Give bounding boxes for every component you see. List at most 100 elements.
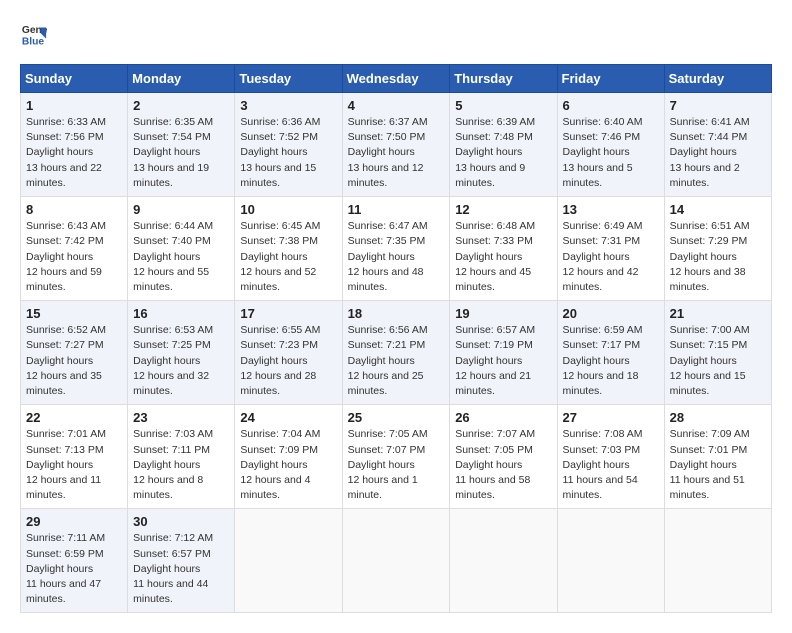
table-row: 21 Sunrise: 7:00 AM Sunset: 7:15 PM Dayl… [664, 301, 771, 405]
table-row: 15 Sunrise: 6:52 AM Sunset: 7:27 PM Dayl… [21, 301, 128, 405]
day-number: 18 [348, 306, 445, 321]
day-info: Sunrise: 6:37 AM Sunset: 7:50 PM Dayligh… [348, 115, 445, 191]
day-number: 17 [240, 306, 336, 321]
day-number: 8 [26, 202, 122, 217]
table-row: 7 Sunrise: 6:41 AM Sunset: 7:44 PM Dayli… [664, 93, 771, 197]
day-number: 24 [240, 410, 336, 425]
table-row: 17 Sunrise: 6:55 AM Sunset: 7:23 PM Dayl… [235, 301, 342, 405]
day-info: Sunrise: 6:59 AM Sunset: 7:17 PM Dayligh… [563, 323, 659, 399]
day-info: Sunrise: 6:36 AM Sunset: 7:52 PM Dayligh… [240, 115, 336, 191]
day-number: 14 [670, 202, 766, 217]
day-header-sunday: Sunday [21, 65, 128, 93]
day-info: Sunrise: 7:11 AM Sunset: 6:59 PM Dayligh… [26, 531, 122, 607]
calendar-table: SundayMondayTuesdayWednesdayThursdayFrid… [20, 64, 772, 613]
day-number: 20 [563, 306, 659, 321]
table-row: 3 Sunrise: 6:36 AM Sunset: 7:52 PM Dayli… [235, 93, 342, 197]
day-number: 3 [240, 98, 336, 113]
day-info: Sunrise: 7:12 AM Sunset: 6:57 PM Dayligh… [133, 531, 229, 607]
table-row: 8 Sunrise: 6:43 AM Sunset: 7:42 PM Dayli… [21, 197, 128, 301]
day-number: 28 [670, 410, 766, 425]
day-info: Sunrise: 7:05 AM Sunset: 7:07 PM Dayligh… [348, 427, 445, 503]
day-number: 7 [670, 98, 766, 113]
table-row: 29 Sunrise: 7:11 AM Sunset: 6:59 PM Dayl… [21, 509, 128, 613]
table-row: 27 Sunrise: 7:08 AM Sunset: 7:03 PM Dayl… [557, 405, 664, 509]
day-info: Sunrise: 6:57 AM Sunset: 7:19 PM Dayligh… [455, 323, 551, 399]
day-number: 1 [26, 98, 122, 113]
day-info: Sunrise: 7:03 AM Sunset: 7:11 PM Dayligh… [133, 427, 229, 503]
table-row: 14 Sunrise: 6:51 AM Sunset: 7:29 PM Dayl… [664, 197, 771, 301]
day-number: 23 [133, 410, 229, 425]
day-info: Sunrise: 7:01 AM Sunset: 7:13 PM Dayligh… [26, 427, 122, 503]
table-row: 23 Sunrise: 7:03 AM Sunset: 7:11 PM Dayl… [128, 405, 235, 509]
table-row [450, 509, 557, 613]
day-info: Sunrise: 6:43 AM Sunset: 7:42 PM Dayligh… [26, 219, 122, 295]
day-number: 12 [455, 202, 551, 217]
day-header-monday: Monday [128, 65, 235, 93]
table-row: 5 Sunrise: 6:39 AM Sunset: 7:48 PM Dayli… [450, 93, 557, 197]
day-header-saturday: Saturday [664, 65, 771, 93]
day-info: Sunrise: 6:48 AM Sunset: 7:33 PM Dayligh… [455, 219, 551, 295]
table-row: 16 Sunrise: 6:53 AM Sunset: 7:25 PM Dayl… [128, 301, 235, 405]
day-info: Sunrise: 6:51 AM Sunset: 7:29 PM Dayligh… [670, 219, 766, 295]
day-info: Sunrise: 7:00 AM Sunset: 7:15 PM Dayligh… [670, 323, 766, 399]
table-row: 9 Sunrise: 6:44 AM Sunset: 7:40 PM Dayli… [128, 197, 235, 301]
day-number: 2 [133, 98, 229, 113]
day-number: 15 [26, 306, 122, 321]
table-row: 4 Sunrise: 6:37 AM Sunset: 7:50 PM Dayli… [342, 93, 450, 197]
day-info: Sunrise: 6:47 AM Sunset: 7:35 PM Dayligh… [348, 219, 445, 295]
day-info: Sunrise: 6:35 AM Sunset: 7:54 PM Dayligh… [133, 115, 229, 191]
day-info: Sunrise: 6:33 AM Sunset: 7:56 PM Dayligh… [26, 115, 122, 191]
table-row: 13 Sunrise: 6:49 AM Sunset: 7:31 PM Dayl… [557, 197, 664, 301]
day-number: 4 [348, 98, 445, 113]
day-number: 25 [348, 410, 445, 425]
table-row [342, 509, 450, 613]
table-row: 22 Sunrise: 7:01 AM Sunset: 7:13 PM Dayl… [21, 405, 128, 509]
day-number: 13 [563, 202, 659, 217]
day-info: Sunrise: 7:08 AM Sunset: 7:03 PM Dayligh… [563, 427, 659, 503]
table-row: 25 Sunrise: 7:05 AM Sunset: 7:07 PM Dayl… [342, 405, 450, 509]
day-header-tuesday: Tuesday [235, 65, 342, 93]
table-row [557, 509, 664, 613]
day-info: Sunrise: 6:49 AM Sunset: 7:31 PM Dayligh… [563, 219, 659, 295]
day-info: Sunrise: 7:07 AM Sunset: 7:05 PM Dayligh… [455, 427, 551, 503]
day-number: 10 [240, 202, 336, 217]
day-number: 11 [348, 202, 445, 217]
logo: General Blue [20, 20, 52, 48]
table-row: 1 Sunrise: 6:33 AM Sunset: 7:56 PM Dayli… [21, 93, 128, 197]
day-number: 9 [133, 202, 229, 217]
day-info: Sunrise: 6:53 AM Sunset: 7:25 PM Dayligh… [133, 323, 229, 399]
day-number: 30 [133, 514, 229, 529]
day-header-thursday: Thursday [450, 65, 557, 93]
table-row: 30 Sunrise: 7:12 AM Sunset: 6:57 PM Dayl… [128, 509, 235, 613]
day-info: Sunrise: 6:44 AM Sunset: 7:40 PM Dayligh… [133, 219, 229, 295]
day-number: 16 [133, 306, 229, 321]
day-number: 5 [455, 98, 551, 113]
table-row [235, 509, 342, 613]
day-number: 22 [26, 410, 122, 425]
day-number: 19 [455, 306, 551, 321]
table-row: 6 Sunrise: 6:40 AM Sunset: 7:46 PM Dayli… [557, 93, 664, 197]
table-row: 11 Sunrise: 6:47 AM Sunset: 7:35 PM Dayl… [342, 197, 450, 301]
day-number: 6 [563, 98, 659, 113]
day-number: 26 [455, 410, 551, 425]
table-row: 24 Sunrise: 7:04 AM Sunset: 7:09 PM Dayl… [235, 405, 342, 509]
day-info: Sunrise: 6:41 AM Sunset: 7:44 PM Dayligh… [670, 115, 766, 191]
table-row: 20 Sunrise: 6:59 AM Sunset: 7:17 PM Dayl… [557, 301, 664, 405]
day-number: 27 [563, 410, 659, 425]
day-number: 29 [26, 514, 122, 529]
day-info: Sunrise: 6:55 AM Sunset: 7:23 PM Dayligh… [240, 323, 336, 399]
table-row: 28 Sunrise: 7:09 AM Sunset: 7:01 PM Dayl… [664, 405, 771, 509]
day-info: Sunrise: 7:09 AM Sunset: 7:01 PM Dayligh… [670, 427, 766, 503]
day-info: Sunrise: 6:39 AM Sunset: 7:48 PM Dayligh… [455, 115, 551, 191]
day-header-friday: Friday [557, 65, 664, 93]
table-row: 18 Sunrise: 6:56 AM Sunset: 7:21 PM Dayl… [342, 301, 450, 405]
day-info: Sunrise: 6:56 AM Sunset: 7:21 PM Dayligh… [348, 323, 445, 399]
table-row: 19 Sunrise: 6:57 AM Sunset: 7:19 PM Dayl… [450, 301, 557, 405]
table-row: 12 Sunrise: 6:48 AM Sunset: 7:33 PM Dayl… [450, 197, 557, 301]
day-header-wednesday: Wednesday [342, 65, 450, 93]
day-info: Sunrise: 7:04 AM Sunset: 7:09 PM Dayligh… [240, 427, 336, 503]
day-number: 21 [670, 306, 766, 321]
day-info: Sunrise: 6:40 AM Sunset: 7:46 PM Dayligh… [563, 115, 659, 191]
table-row: 2 Sunrise: 6:35 AM Sunset: 7:54 PM Dayli… [128, 93, 235, 197]
table-row: 26 Sunrise: 7:07 AM Sunset: 7:05 PM Dayl… [450, 405, 557, 509]
